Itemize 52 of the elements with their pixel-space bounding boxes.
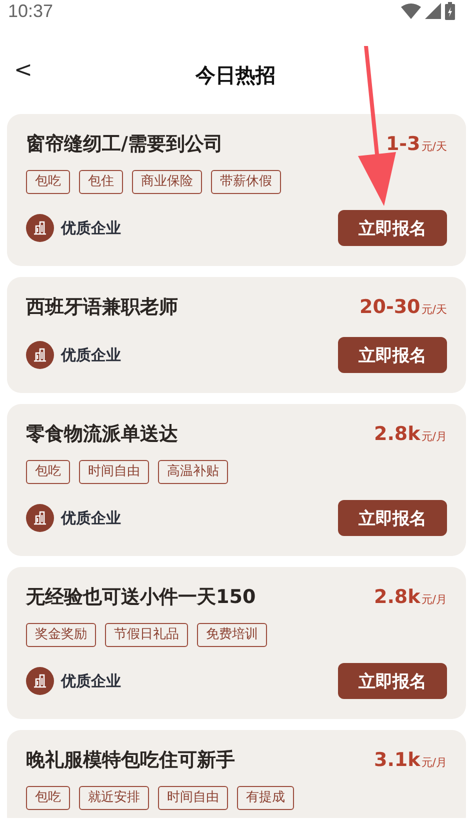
- job-title: 窗帘缝纫工/需要到公司: [26, 132, 223, 157]
- job-card[interactable]: 零食物流派单送达 2.8k元/月 包吃 时间自由 高温补贴 优质企业 立即报名: [7, 404, 466, 556]
- building-icon: [26, 667, 54, 695]
- wifi-icon: [401, 3, 421, 19]
- job-title: 晚礼服模特包吃住可新手: [26, 748, 235, 773]
- salary-unit: 元/天: [421, 302, 447, 317]
- back-button[interactable]: <: [12, 58, 34, 83]
- page-title: 今日热招: [196, 62, 276, 88]
- salary-amount: 2.8k: [374, 586, 420, 608]
- battery-icon: [445, 2, 455, 20]
- apply-button[interactable]: 立即报名: [338, 500, 447, 536]
- job-title: 西班牙语兼职老师: [26, 295, 178, 320]
- job-card[interactable]: 无经验也可送小件一天150 2.8k元/月 奖金奖励 节假日礼品 免费培训 优质企业 立即报名: [7, 567, 466, 719]
- salary-amount: 2.8k: [374, 423, 420, 445]
- benefit-tag: 奖金奖励: [26, 623, 96, 647]
- benefit-tag: 时间自由: [158, 786, 228, 810]
- apply-button[interactable]: 立即报名: [338, 663, 447, 699]
- job-title: 零食物流派单送达: [26, 422, 178, 447]
- job-card[interactable]: 西班牙语兼职老师 20-30 元/天 优质企业 立即报名: [7, 277, 466, 393]
- benefit-tag: 包吃: [26, 786, 70, 810]
- benefit-tag: 节假日礼品: [105, 623, 188, 647]
- company-label: 优质企业: [61, 508, 121, 528]
- benefit-tag: 带薪休假: [211, 170, 281, 194]
- benefit-tag: 高温补贴: [158, 460, 228, 484]
- benefit-tag: 包住: [79, 170, 123, 194]
- salary-unit: 元/月: [421, 755, 447, 770]
- building-icon: [26, 341, 54, 369]
- job-title: 无经验也可送小件一天150: [26, 585, 256, 610]
- benefit-tag: 商业保险: [132, 170, 202, 194]
- benefit-tag: 免费培训: [197, 623, 267, 647]
- building-icon: [26, 504, 54, 532]
- company-label: 优质企业: [61, 346, 121, 364]
- salary-unit: 元/天: [421, 139, 447, 154]
- apply-button[interactable]: 立即报名: [338, 337, 447, 373]
- signal-icon: [425, 3, 441, 19]
- salary-amount: 20-30: [360, 296, 420, 318]
- benefit-tag: 包吃: [26, 170, 70, 194]
- benefit-tag: 就近安排: [79, 786, 149, 810]
- job-card[interactable]: 晚礼服模特包吃住可新手 3.1k元/月 包吃 就近安排 时间自由 有提成: [7, 730, 466, 818]
- building-icon: [26, 214, 54, 242]
- salary-amount: 1-3: [386, 133, 420, 155]
- salary-amount: 3.1k: [374, 749, 420, 771]
- job-card[interactable]: 窗帘缝纫工/需要到公司 1-3 元/天 包吃 包住 商业保险 带薪休假 优质企业 立即报名: [7, 114, 466, 266]
- apply-button[interactable]: 立即报名: [338, 210, 447, 246]
- benefit-tag: 时间自由: [79, 460, 149, 484]
- status-time: 10:37: [8, 0, 54, 22]
- company-label: 优质企业: [61, 218, 121, 238]
- benefit-tag: 有提成: [237, 786, 294, 810]
- benefit-tag: 包吃: [26, 460, 70, 484]
- company-label: 优质企业: [61, 672, 121, 690]
- salary-unit: 元/月: [421, 429, 447, 444]
- salary-unit: 元/月: [421, 592, 447, 607]
